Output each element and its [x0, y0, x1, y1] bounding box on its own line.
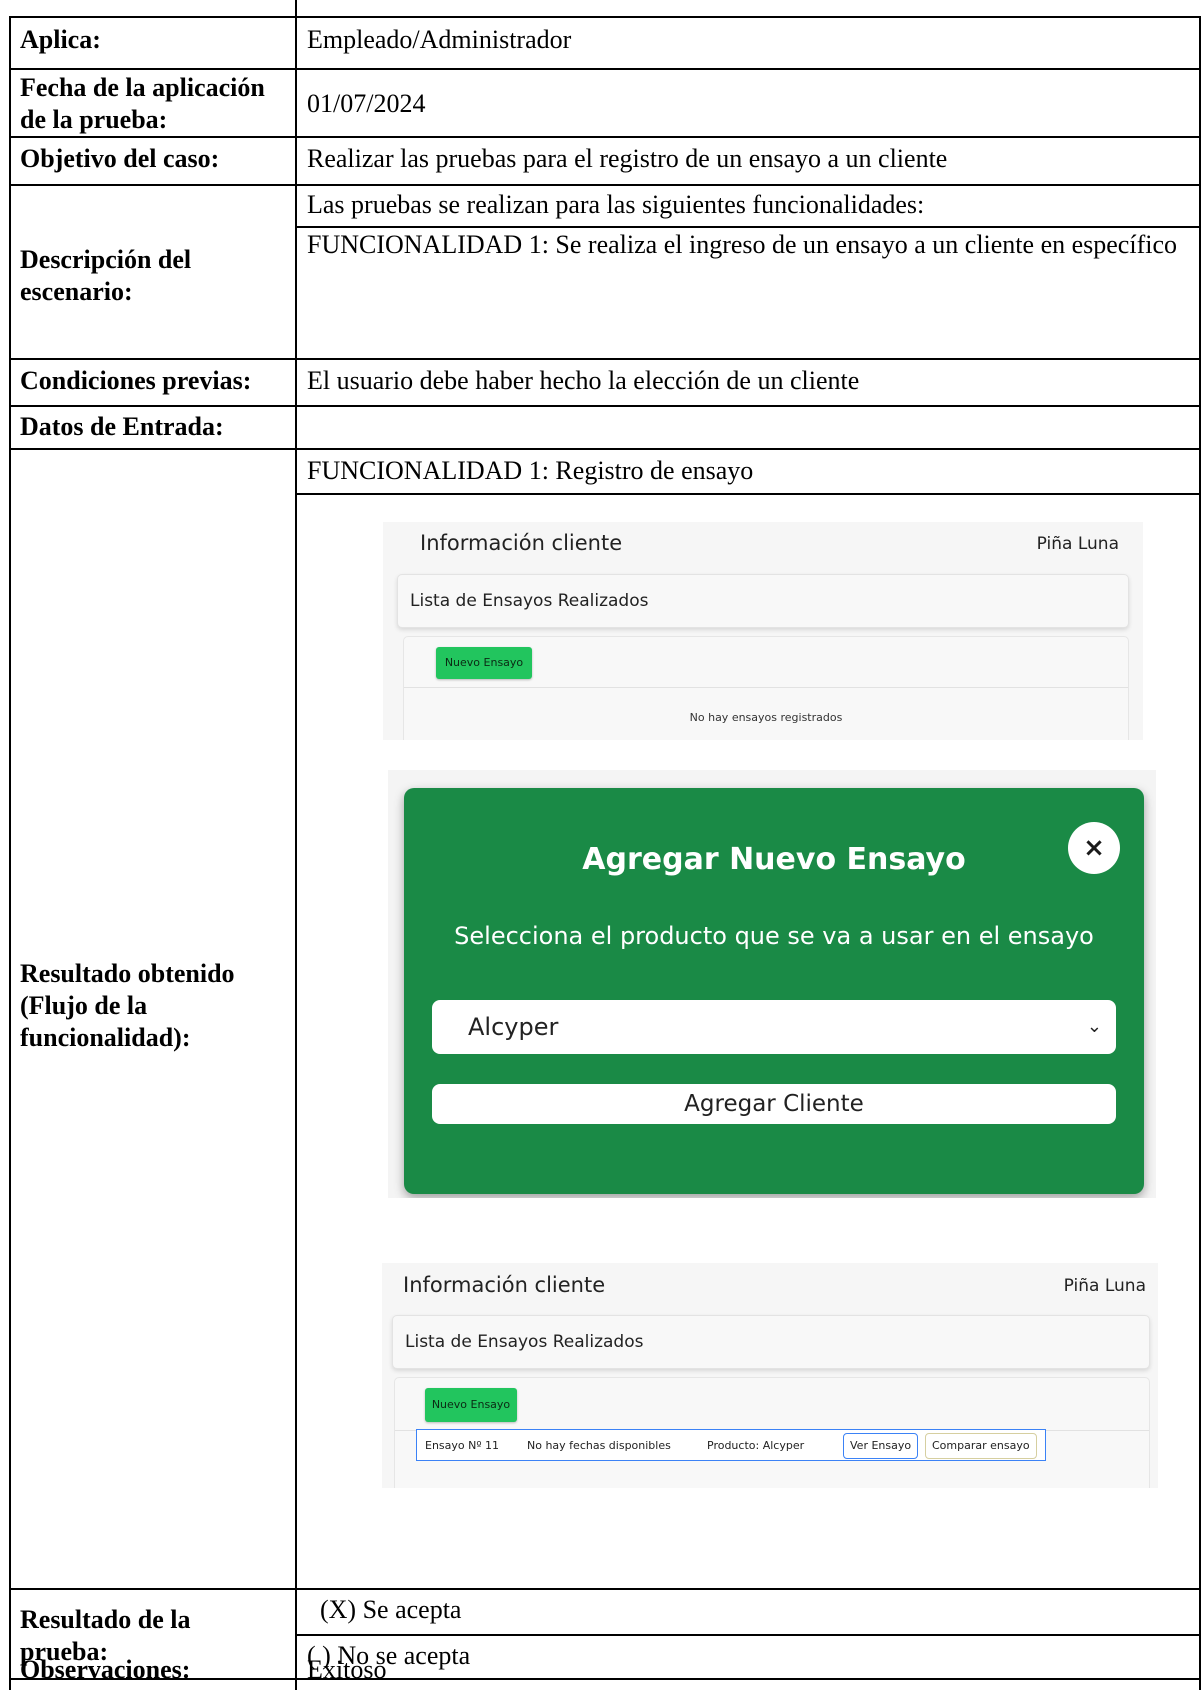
trial-row: Ensayo Nº 11 No hay fechas disponibles P…: [416, 1429, 1046, 1461]
descripcion-line2: FUNCIONALIDAD 1: Se realiza el ingreso d…: [307, 230, 1177, 259]
fecha-value: 01/07/2024: [307, 89, 426, 118]
trial-dates: No hay fechas disponibles: [527, 1439, 671, 1452]
chevron-down-icon: ⌄: [1086, 1016, 1102, 1037]
modal-title: Agregar Nuevo Ensayo: [582, 842, 966, 877]
fecha-label-line2: de la prueba:: [20, 105, 168, 134]
resultado-obtenido-line3: funcionalidad):: [20, 1023, 191, 1052]
product-select-value: Alcyper: [468, 1013, 559, 1041]
condiciones-label: Condiciones previas:: [20, 366, 252, 395]
col-divider-left: [9, 16, 11, 1690]
resultado-obtenido-line2: (Flujo de la: [20, 991, 148, 1020]
trial-list-header: Lista de Ensayos Realizados: [397, 574, 1129, 628]
divider: [404, 687, 1128, 688]
client-name: Piña Luna: [1036, 534, 1119, 554]
row-divider: [9, 358, 1201, 360]
close-icon[interactable]: ×: [1068, 822, 1120, 874]
trial-number: Ensayo Nº 11: [425, 1439, 500, 1452]
condiciones-value: El usuario debe haber hecho la elección …: [307, 366, 860, 395]
trial-list-header: Lista de Ensayos Realizados: [392, 1315, 1150, 1369]
add-trial-modal: Agregar Nuevo Ensayo × Selecciona el pro…: [404, 788, 1144, 1194]
resultado-obtenido-label: Resultado obtenido (Flujo de la funciona…: [20, 958, 235, 1054]
resultado-obtenido-line1: Resultado obtenido: [20, 959, 235, 988]
descripcion-label-line2: escenario:: [20, 277, 133, 306]
objetivo-label: Objetivo del caso:: [20, 144, 220, 173]
client-name: Piña Luna: [1063, 1276, 1146, 1296]
row-divider: [9, 448, 1201, 450]
row-divider: [297, 226, 1201, 228]
row-divider: [9, 136, 1201, 138]
new-trial-button[interactable]: Nuevo Ensayo: [436, 647, 532, 679]
row-divider: [9, 184, 1201, 186]
modal-subtitle: Selecciona el producto que se va a usar …: [454, 922, 1094, 950]
fecha-label-line1: Fecha de la aplicación: [20, 73, 265, 102]
row-divider: [297, 1634, 1201, 1636]
view-trial-button[interactable]: Ver Ensayo: [843, 1433, 919, 1459]
row-divider: [9, 405, 1201, 407]
row-divider: [9, 1588, 1201, 1590]
compare-trial-button[interactable]: Comparar ensayo: [925, 1433, 1037, 1459]
row-divider: [9, 16, 1201, 18]
descripcion-label-line1: Descripción del: [20, 245, 192, 274]
row-divider: [297, 493, 1201, 495]
trial-product: Producto: Alcyper: [707, 1439, 805, 1452]
row-divider: [9, 68, 1201, 70]
trial-list-body: Nuevo Ensayo No hay ensayos registrados: [403, 636, 1129, 740]
screenshot-client-empty: Información cliente Piña Luna Lista de E…: [383, 522, 1143, 740]
screenshot-add-trial-modal: Agregar Nuevo Ensayo × Selecciona el pro…: [388, 770, 1156, 1198]
empty-trials-message: No hay ensayos registrados: [689, 711, 843, 724]
observaciones-label: Observaciones:: [20, 1655, 191, 1684]
datos-label: Datos de Entrada:: [20, 412, 224, 441]
client-info-title: Información cliente: [403, 1273, 606, 1297]
col-divider-middle: [295, 0, 297, 1690]
aplica-label: Aplica:: [20, 25, 101, 54]
option-accept: (X) Se acepta: [320, 1595, 462, 1624]
descripcion-label: Descripción del escenario:: [20, 244, 191, 308]
aplica-value: Empleado/Administrador: [307, 25, 572, 54]
client-info-title: Información cliente: [420, 531, 623, 555]
observaciones-value: Exitoso: [307, 1655, 387, 1684]
fecha-label: Fecha de la aplicación de la prueba:: [20, 72, 265, 136]
resultado-prueba-line1: Resultado de la: [20, 1605, 191, 1634]
objetivo-value: Realizar las pruebas para el registro de…: [307, 144, 948, 173]
add-client-button[interactable]: Agregar Cliente: [432, 1084, 1116, 1124]
product-select[interactable]: Alcyper ⌄: [432, 1000, 1116, 1054]
descripcion-line1: Las pruebas se realizan para las siguien…: [307, 190, 925, 219]
screenshot-client-with-trial: Información cliente Piña Luna Lista de E…: [382, 1263, 1158, 1488]
new-trial-button[interactable]: Nuevo Ensayo: [425, 1388, 517, 1422]
funcionalidad-heading: FUNCIONALIDAD 1: Registro de ensayo: [307, 456, 754, 485]
